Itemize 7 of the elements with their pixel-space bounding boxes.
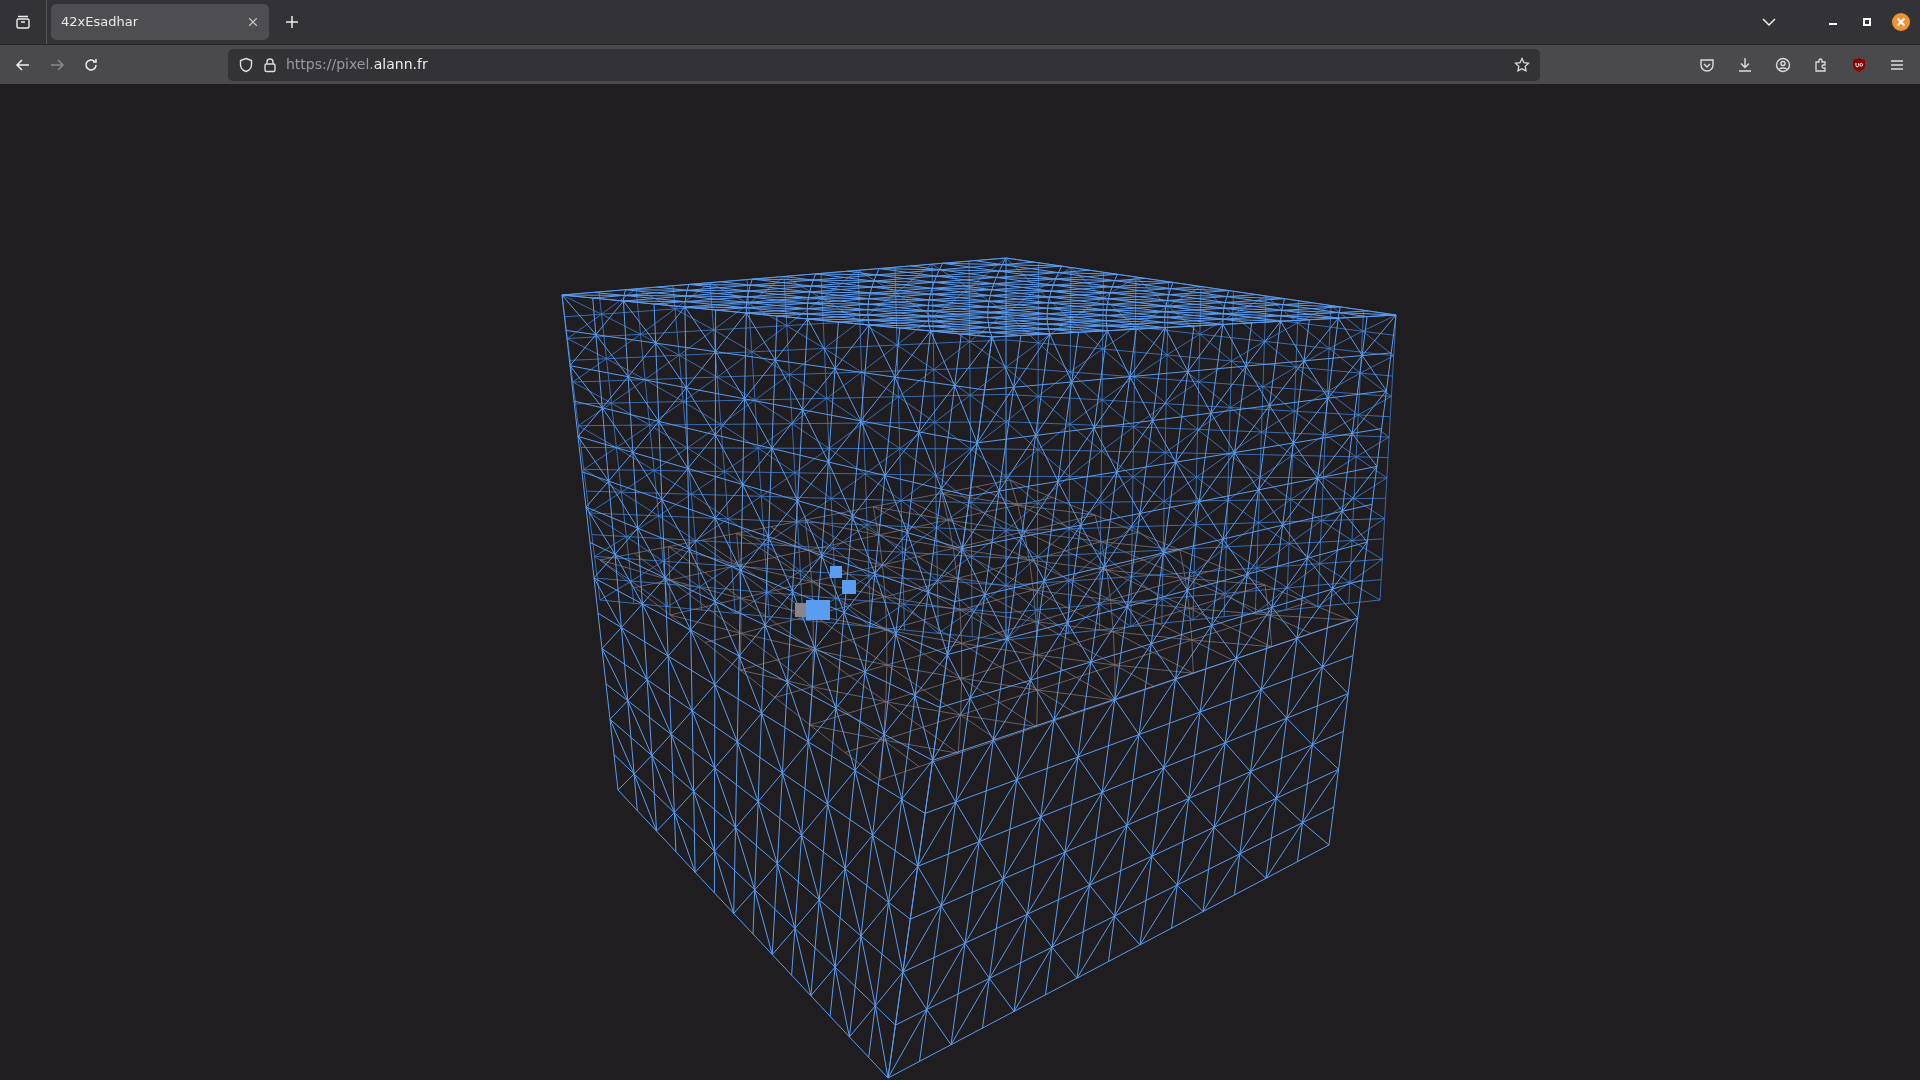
lock-icon xyxy=(262,56,278,73)
url-text: https://pixel.alann.fr xyxy=(286,55,428,74)
shield-icon xyxy=(238,56,254,73)
address-bar[interactable]: https://pixel.alann.fr xyxy=(228,48,1540,81)
bookmark-star-icon[interactable] xyxy=(1514,56,1530,73)
browser-tab[interactable]: 42xEsadhar xyxy=(51,4,269,40)
close-tab-icon[interactable] xyxy=(247,16,259,28)
